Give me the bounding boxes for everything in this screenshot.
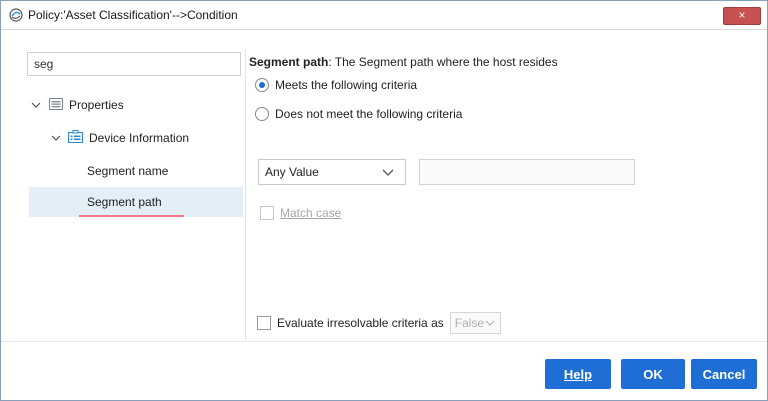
description-title: Segment path [249,55,329,69]
radio-meets-criteria[interactable]: Meets the following criteria [255,78,417,92]
condition-description: Segment path: The Segment path where the… [249,55,558,69]
evaluate-value-select[interactable]: False [449,312,502,334]
evaluate-irresolvable-checkbox[interactable] [257,316,271,330]
app-logo-icon [9,8,23,22]
tree-label-segment-path: Segment path [87,195,162,209]
tree-label-properties: Properties [69,98,124,112]
help-button-label: Help [563,366,593,382]
match-case-label: Match case [280,206,342,220]
tree-item-segment-name[interactable]: Segment name [87,156,168,186]
tree-item-device-information[interactable]: Device Information [49,123,189,153]
radio-unselected-icon[interactable] [255,107,269,121]
panel-divider [245,49,246,340]
chevron-down-icon[interactable] [49,131,63,145]
evaluate-value-text: False [454,316,485,330]
list-icon [49,97,63,113]
selection-underline [79,215,184,217]
footer-divider [1,341,767,342]
chevron-down-icon[interactable] [381,165,395,179]
search-input[interactable] [27,52,241,76]
chevron-down-icon[interactable] [29,98,43,112]
device-info-icon [68,130,83,146]
tree-label-device-information: Device Information [89,131,190,145]
window-title: Policy:'Asset Classification'-->Conditio… [28,8,238,22]
left-panel: Properties Device Information S [19,30,245,340]
title-bar: Policy:'Asset Classification'-->Conditio… [1,1,767,30]
cancel-button[interactable]: Cancel [691,359,757,389]
match-case-checkbox[interactable] [260,206,274,220]
right-panel: Segment path: The Segment path where the… [249,30,767,340]
radio-does-not-meet-criteria[interactable]: Does not meet the following criteria [255,107,462,121]
tree-item-properties[interactable]: Properties [29,90,124,120]
description-text: : The Segment path where the host reside… [328,55,558,69]
match-operator-value: Any Value [265,165,319,179]
radio-not-meets-label: Does not meet the following criteria [275,107,463,121]
radio-selected-icon[interactable] [255,78,269,92]
condition-dialog: Policy:'Asset Classification'-->Conditio… [0,0,768,401]
match-value-input[interactable] [419,159,635,185]
tree-item-segment-path[interactable]: Segment path [29,187,243,217]
close-button[interactable]: × [723,7,761,25]
ok-button[interactable]: OK [621,359,685,389]
match-case-checkbox-row[interactable]: Match case [260,206,341,220]
evaluate-irresolvable-label: Evaluate irresolvable criteria as [277,316,444,330]
match-operator-select[interactable]: Any Value [258,159,406,185]
help-button[interactable]: Help [545,359,611,389]
evaluate-irresolvable-row[interactable]: Evaluate irresolvable criteria as False [257,312,502,334]
tree-label-segment-name: Segment name [87,164,169,178]
chevron-down-icon[interactable] [484,317,496,329]
radio-meets-label: Meets the following criteria [275,78,418,92]
